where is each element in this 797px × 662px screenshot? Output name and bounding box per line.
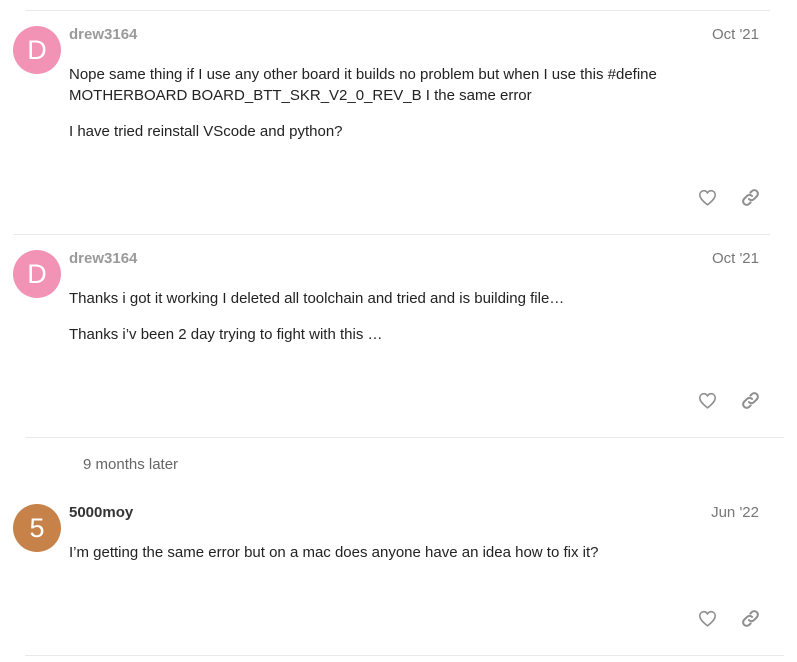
share-button[interactable] [739,607,761,629]
post-paragraph: Thanks i’v been 2 day trying to fight wi… [69,326,383,343]
post-paragraph: Nope same thing if I use any other board… [69,66,657,104]
heart-icon [698,392,716,409]
like-button[interactable] [696,389,718,411]
post-body: Thanks i got it working I deleted all to… [69,288,709,360]
post-actions [696,186,761,208]
link-icon [741,391,759,409]
post-paragraph: I have tried reinstall VScode and python… [69,123,343,140]
share-button[interactable] [739,389,761,411]
post-paragraph: I’m getting the same error but on a mac … [69,544,599,561]
post-body: Nope same thing if I use any other board… [69,64,709,157]
top-divider [25,10,770,11]
post-date[interactable]: Jun '22 [711,504,759,522]
post-username[interactable]: drew3164 [69,250,137,268]
heart-icon [698,610,716,627]
time-gap-label: 9 months later [83,456,179,473]
heart-icon [698,189,716,206]
avatar-letter: D [27,259,47,289]
link-icon [741,609,759,627]
post-actions [696,389,761,411]
post-username[interactable]: drew3164 [69,26,137,44]
post-date[interactable]: Oct '21 [712,26,759,44]
like-button[interactable] [696,607,718,629]
post-date[interactable]: Oct '21 [712,250,759,268]
bottom-divider [25,655,784,656]
avatar-letter: D [27,35,47,65]
avatar[interactable]: D [13,250,61,298]
like-button[interactable] [696,186,718,208]
share-button[interactable] [739,186,761,208]
post-body: I’m getting the same error but on a mac … [69,542,709,578]
post-username[interactable]: 5000moy [69,504,133,522]
link-icon [741,188,759,206]
avatar[interactable]: 5 [13,504,61,552]
avatar[interactable]: D [13,26,61,74]
post-divider [25,437,784,438]
post-paragraph: Thanks i got it working I deleted all to… [69,290,565,307]
avatar-letter: 5 [29,513,45,543]
post-divider [13,234,770,235]
post-actions [696,607,761,629]
